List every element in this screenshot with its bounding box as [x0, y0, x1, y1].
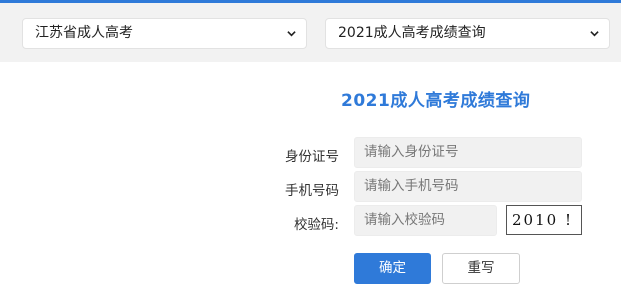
query-type-select[interactable]: 2021成人高考成绩查询	[325, 18, 610, 49]
province-select-value: 江苏省成人高考	[35, 25, 133, 41]
reset-button[interactable]: 重写	[442, 253, 520, 284]
confirm-button[interactable]: 确定	[354, 253, 431, 284]
captcha-input[interactable]: 请输入校验码	[354, 205, 497, 236]
captcha-label: 校验码:	[293, 217, 339, 233]
filter-bar: 江苏省成人高考 2021成人高考成绩查询	[0, 0, 621, 62]
province-select[interactable]: 江苏省成人高考	[22, 18, 307, 49]
chevron-down-icon	[590, 31, 599, 37]
captcha-image[interactable]: 2010 !	[506, 205, 582, 235]
phone-label: 手机号码	[285, 183, 339, 199]
form-title: 2021成人高考成绩查询	[341, 91, 531, 111]
id-number-input[interactable]: 请输入身份证号	[354, 137, 582, 168]
chevron-down-icon	[287, 31, 296, 37]
query-type-select-value: 2021成人高考成绩查询	[338, 25, 486, 41]
id-number-label: 身份证号	[285, 149, 339, 165]
phone-input[interactable]: 请输入手机号码	[354, 171, 582, 202]
